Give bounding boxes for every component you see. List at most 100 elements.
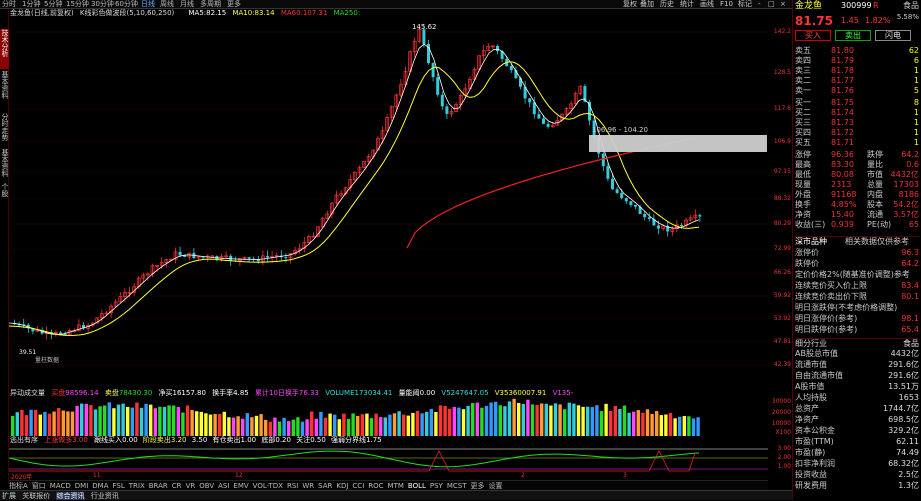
volume-bar [70,411,75,436]
candle-body [634,204,637,207]
indicator-tab[interactable]: 更多 [471,482,485,490]
bid-row[interactable]: 买五 81.71 1 [795,138,919,148]
candle-body [266,255,269,258]
indicator-tab[interactable]: MCST [447,482,467,490]
tab-1min[interactable]: 1分钟 [22,0,40,9]
sell-button[interactable]: 卖出 [835,30,871,41]
stat-value: 8186 [898,190,919,199]
indicator-tab[interactable]: DMA [92,482,108,490]
close-button[interactable]: × [780,0,786,9]
price-change-pct: 1.82% [865,16,891,25]
indicator-tab[interactable]: FSL [113,482,125,490]
ask-row[interactable]: 卖三 81.78 1 [795,66,919,76]
volume-bar [222,411,226,436]
tab-multi-period[interactable]: 多周期 [200,0,221,9]
price-zone-box [589,135,767,152]
minimize-button[interactable]: - [758,0,761,9]
indicator-chart[interactable] [9,445,768,472]
ask-row[interactable]: 卖二 81.77 1 [795,76,919,86]
volume-title[interactable]: 异动成交量 [10,389,45,397]
buy-button[interactable]: 买入 [795,30,831,41]
volume-chart[interactable] [9,398,768,436]
volume-bar [103,405,107,436]
tab-technical-analysis[interactable]: 技术分析 [0,29,9,69]
flash-trade-button[interactable]: 闪电 [875,30,911,41]
adjust-button[interactable]: 复权 [623,0,637,9]
indicator-tab[interactable]: DMI [75,482,89,490]
indicator-tab[interactable]: BOLL [408,482,426,490]
indicator-tab[interactable]: OBV [199,482,214,490]
indicator-tab[interactable]: ROC [368,482,383,490]
indicator-tab[interactable]: 窗口 [32,482,46,490]
indicator-tab[interactable]: MACD [50,482,71,490]
volume-bar [135,402,139,436]
volume-bar [296,417,300,436]
bid-row[interactable]: 买四 81.72 1 [795,128,919,138]
tab-stock[interactable]: 个股 [0,183,9,203]
tab-timeshare[interactable]: 分时 [2,0,16,9]
kline-chart[interactable]: 106.96 - 104.20 145.62 39.51 量柱数据 [9,18,768,384]
ma60-label: MA60: [280,9,303,17]
tab-15min[interactable]: 15分钟 [66,0,89,9]
f10-button[interactable]: F10 [720,0,733,9]
ask-row[interactable]: 卖四 81.79 6 [795,56,919,66]
industry-news-tab[interactable]: 行业资讯 [91,492,119,500]
overlay-button[interactable]: 叠加 [640,0,654,9]
indicator-tab[interactable]: VR [186,482,196,490]
volume-bar [328,413,332,436]
stat-key: 收益(三) [795,220,826,229]
date-tick: 12 [235,472,243,479]
volume-bar [406,415,410,436]
indicator-tab[interactable]: KDJ [336,482,348,490]
indicator-tab[interactable]: SAR [318,482,332,490]
indicator-tab[interactable]: CCI [352,482,364,490]
volume-bar [521,403,525,436]
indicator-tab[interactable]: CR [172,482,182,490]
indicator-tab[interactable]: EMV [233,482,248,490]
ask-row[interactable]: 卖五 81.80 62 [795,46,919,56]
tab-30min[interactable]: 30分钟 [91,0,114,9]
mark-button[interactable]: 标记 [738,0,752,9]
bid-row[interactable]: 买三 81.73 1 [795,118,919,128]
draw-button[interactable]: 画线 [700,0,714,9]
tab-timeshare-trend[interactable]: 分时走势 [0,113,9,147]
history-button[interactable]: 历史 [660,0,674,9]
finance-key: 自由流通市值 [795,371,843,380]
indicator-tab[interactable]: VOL-TDX [253,482,283,490]
maximize-button[interactable]: □ [768,0,775,9]
stats-button[interactable]: 统计 [680,0,694,9]
tab-basic-info-2[interactable]: 基本资料 [0,149,9,181]
indicator-tab[interactable]: RSI [287,482,298,490]
volume-bar [213,414,217,436]
indicator-tab[interactable]: 设置 [489,482,503,490]
expand-button[interactable]: 扩展 [2,492,16,500]
tab-more[interactable]: 更多 [227,0,241,9]
indicator-tab[interactable]: 指标A [9,482,28,490]
buy-value: 98596.14 [65,389,99,397]
related-quotes-tab[interactable]: 关联报价 [22,492,50,500]
ask-row[interactable]: 卖一 81.76 5 [795,86,919,96]
bid-row-value: 81.72 [831,128,854,137]
indicator-tab[interactable]: WR [302,482,314,490]
turnover-value: 4.85 [233,389,249,397]
tab-monthly[interactable]: 月线 [180,0,194,9]
tab-60min[interactable]: 60分钟 [115,0,138,9]
tab-basic-info[interactable]: 基本资料 [0,71,9,111]
volume-bar [645,409,650,436]
indicator-tab[interactable]: PSY [430,482,443,490]
indicator-tab[interactable]: MTM [388,482,404,490]
indicator-tab[interactable]: TRIX [129,482,145,490]
kline-indicator-name[interactable]: K线彩色做波段(5,10,60,250) [80,9,174,17]
tab-5min[interactable]: 5分钟 [44,0,62,9]
indicator-tab[interactable]: BRAR [149,482,168,490]
indicator-tab[interactable]: ASI [218,482,229,490]
bid-row[interactable]: 买二 81.74 1 [795,108,919,118]
tab-daily[interactable]: 日线 [141,0,155,9]
indicator-title[interactable]: 逃出有序 [10,436,38,444]
news-tab[interactable]: 综合资讯 [56,492,85,500]
volume-bar [507,401,512,436]
tab-weekly[interactable]: 周线 [160,0,174,9]
bid-row[interactable]: 买一 81.75 8 [795,98,919,108]
date-tick: 11 [93,472,101,479]
bid-row-value: 81.71 [831,138,854,147]
